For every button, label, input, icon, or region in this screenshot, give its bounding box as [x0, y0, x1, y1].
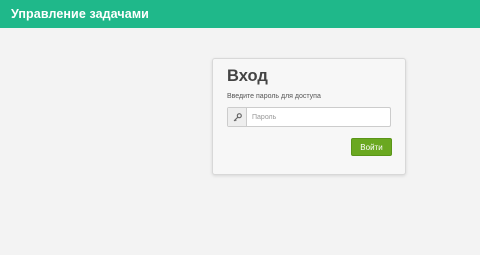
- login-title: Вход: [227, 67, 268, 85]
- app-title: Управление задачами: [11, 7, 149, 21]
- top-bar: Управление задачами: [0, 0, 480, 28]
- login-button[interactable]: Войти: [351, 138, 392, 156]
- key-icon: [228, 108, 247, 126]
- password-field-group: [227, 107, 391, 127]
- login-panel: Вход Введите пароль для доступа Войти: [212, 58, 406, 175]
- password-input[interactable]: [247, 108, 390, 126]
- password-hint: Введите пароль для доступа: [227, 93, 321, 100]
